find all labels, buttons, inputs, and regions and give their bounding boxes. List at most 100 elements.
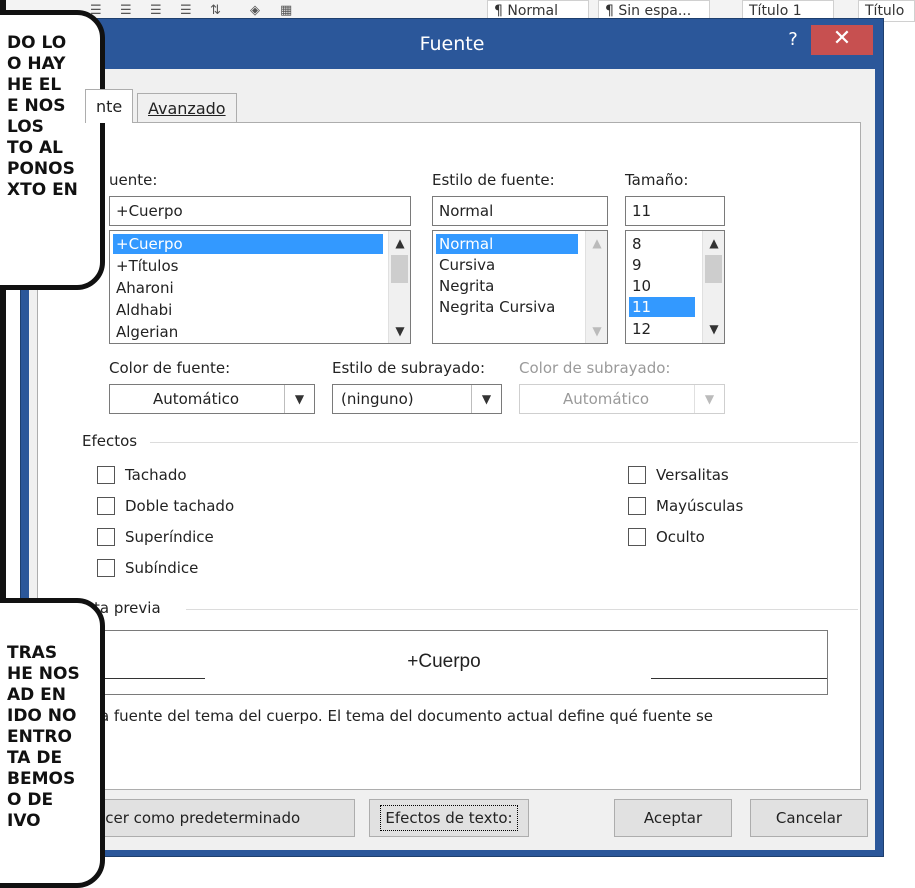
comic-speech-bubble-bottom: TRAS HE NOS AD EN IDO NO ENTRO TA DE BEM… xyxy=(0,598,105,888)
bubble-text-line: IVO xyxy=(7,811,41,831)
checkbox-label: Oculto xyxy=(656,528,705,546)
font-color-select[interactable]: Automático ▼ xyxy=(109,384,315,414)
checkbox-oculto[interactable]: Oculto xyxy=(628,528,768,548)
list-item[interactable]: Negrita Cursiva xyxy=(436,297,555,317)
comic-speech-bubble-top: DO LO O HAY HE EL E NOS LOS TO AL PONOS … xyxy=(0,10,105,290)
list-item[interactable]: 9 xyxy=(629,255,642,275)
scroll-up-icon[interactable]: ▲ xyxy=(586,233,607,253)
preview-baseline-right xyxy=(651,678,827,679)
list-item[interactable]: Aldhabi xyxy=(113,300,172,320)
checkbox-box[interactable] xyxy=(97,559,115,577)
underline-style-value: (ninguno) xyxy=(341,390,414,408)
checkbox-box[interactable] xyxy=(97,528,115,546)
list-item[interactable]: 12 xyxy=(629,319,651,339)
close-button[interactable]: ✕ xyxy=(811,25,873,55)
checkbox-tachado[interactable]: Tachado xyxy=(97,466,257,486)
checkbox-doble-tachado[interactable]: Doble tachado xyxy=(97,497,277,517)
size-list-scrollbar[interactable]: ▲ ▼ xyxy=(702,231,724,343)
checkbox-box[interactable] xyxy=(97,497,115,515)
checkbox-label: Subíndice xyxy=(125,559,199,577)
font-style-input[interactable]: Normal xyxy=(432,196,608,226)
bubble-text-line: XTO EN xyxy=(7,180,78,200)
font-style-label: Estilo de fuente: xyxy=(432,171,555,189)
preview-group-divider xyxy=(186,609,858,610)
checkbox-subindice[interactable]: Subíndice xyxy=(97,559,257,579)
ok-button[interactable]: Aceptar xyxy=(614,799,732,837)
effects-group-label: Efectos xyxy=(82,432,138,450)
preview-sample-text: +Cuerpo xyxy=(407,651,481,672)
bubble-text-line: AD EN xyxy=(7,685,67,705)
scroll-thumb[interactable] xyxy=(391,255,408,283)
preview-description-line1: a es la fuente del tema del cuerpo. El t… xyxy=(60,707,714,725)
checkbox-box[interactable] xyxy=(628,528,646,546)
bubble-text-line: DO LO xyxy=(7,33,67,53)
underline-style-select[interactable]: (ninguno) ▼ xyxy=(332,384,502,414)
list-item[interactable]: 10 xyxy=(629,276,651,296)
scroll-down-icon[interactable]: ▼ xyxy=(586,321,607,341)
font-color-value: Automático xyxy=(152,390,240,408)
size-listbox[interactable]: 8 9 10 11 12 ▲ ▼ xyxy=(625,230,725,344)
checkbox-label: Superíndice xyxy=(125,528,214,546)
checkbox-label: Tachado xyxy=(125,466,187,484)
align-right-icon[interactable]: ☰ xyxy=(150,4,162,18)
bubble-text-line: ENTRO xyxy=(7,727,72,747)
bubble-text-line: TO AL xyxy=(7,138,63,158)
list-item[interactable]: +Títulos xyxy=(113,256,178,276)
font-dialog: Fuente ? ✕ nte Avanzado uente: +Cuerpo +… xyxy=(20,18,884,857)
scroll-up-icon[interactable]: ▲ xyxy=(703,233,724,253)
font-list-scrollbar[interactable]: ▲ ▼ xyxy=(388,231,410,343)
underline-color-select: Automático ▼ xyxy=(519,384,725,414)
tab-avanzado-label: Avanzado xyxy=(148,99,226,118)
checkbox-mayusculas[interactable]: Mayúsculas xyxy=(628,497,768,517)
list-item[interactable]: Algerian xyxy=(113,322,178,342)
font-label: uente: xyxy=(109,171,158,189)
effects-group-divider xyxy=(150,442,858,443)
scroll-up-icon[interactable]: ▲ xyxy=(389,233,410,253)
align-center-icon[interactable]: ☰ xyxy=(120,4,132,18)
checkbox-versalitas[interactable]: Versalitas xyxy=(628,466,768,486)
borders-icon[interactable]: ▦ xyxy=(280,4,292,18)
bubble-text-line: TA DE xyxy=(7,748,63,768)
cancel-button[interactable]: Cancelar xyxy=(750,799,868,837)
font-style-listbox[interactable]: Normal Cursiva Negrita Negrita Cursiva ▲… xyxy=(432,230,608,344)
size-input[interactable]: 11 xyxy=(625,196,725,226)
help-button[interactable]: ? xyxy=(781,27,805,53)
dialog-title: Fuente xyxy=(419,33,485,55)
underline-color-value: Automático xyxy=(562,390,650,408)
justify-icon[interactable]: ☰ xyxy=(180,4,192,18)
shading-icon[interactable]: ◈ xyxy=(250,4,260,18)
list-item[interactable]: 8 xyxy=(629,234,642,254)
preview-description: a es la fuente del tema del cuerpo. El t… xyxy=(60,705,840,749)
text-effects-button[interactable]: Efectos de texto: xyxy=(369,799,529,837)
checkbox-box[interactable] xyxy=(628,497,646,515)
bubble-text-line: O DE xyxy=(7,790,54,810)
chevron-down-icon: ▼ xyxy=(694,385,724,413)
dialog-client-area: nte Avanzado uente: +Cuerpo +Cuerpo +Tít… xyxy=(29,69,875,850)
tab-fuente[interactable]: nte xyxy=(85,89,134,123)
tab-avanzado[interactable]: Avanzado xyxy=(137,93,237,123)
preview-box: +Cuerpo xyxy=(60,630,828,695)
chevron-down-icon[interactable]: ▼ xyxy=(471,385,501,413)
list-item[interactable]: 11 xyxy=(629,297,695,317)
bubble-text-line: TRAS xyxy=(7,643,58,663)
font-listbox[interactable]: +Cuerpo +Títulos Aharoni Aldhabi Algeria… xyxy=(109,230,411,344)
checkbox-box[interactable] xyxy=(628,466,646,484)
checkbox-superindice[interactable]: Superíndice xyxy=(97,528,257,548)
bubble-text-line: O HAY xyxy=(7,54,66,74)
list-item[interactable]: Aharoni xyxy=(113,278,174,298)
checkbox-label: Versalitas xyxy=(656,466,729,484)
scroll-thumb[interactable] xyxy=(705,255,722,283)
underline-style-label: Estilo de subrayado: xyxy=(332,359,485,377)
font-style-scrollbar[interactable]: ▲ ▼ xyxy=(585,231,607,343)
line-spacing-icon[interactable]: ⇅ xyxy=(210,4,221,18)
list-item[interactable]: +Cuerpo xyxy=(113,234,383,254)
font-input[interactable]: +Cuerpo xyxy=(109,196,411,226)
scroll-down-icon[interactable]: ▼ xyxy=(703,319,724,339)
dialog-titlebar[interactable]: Fuente ? ✕ xyxy=(21,19,883,69)
list-item[interactable]: Negrita xyxy=(436,276,494,296)
scroll-down-icon[interactable]: ▼ xyxy=(389,321,410,341)
chevron-down-icon[interactable]: ▼ xyxy=(284,385,314,413)
list-item[interactable]: Cursiva xyxy=(436,255,495,275)
checkbox-box[interactable] xyxy=(97,466,115,484)
list-item[interactable]: Normal xyxy=(436,234,578,254)
